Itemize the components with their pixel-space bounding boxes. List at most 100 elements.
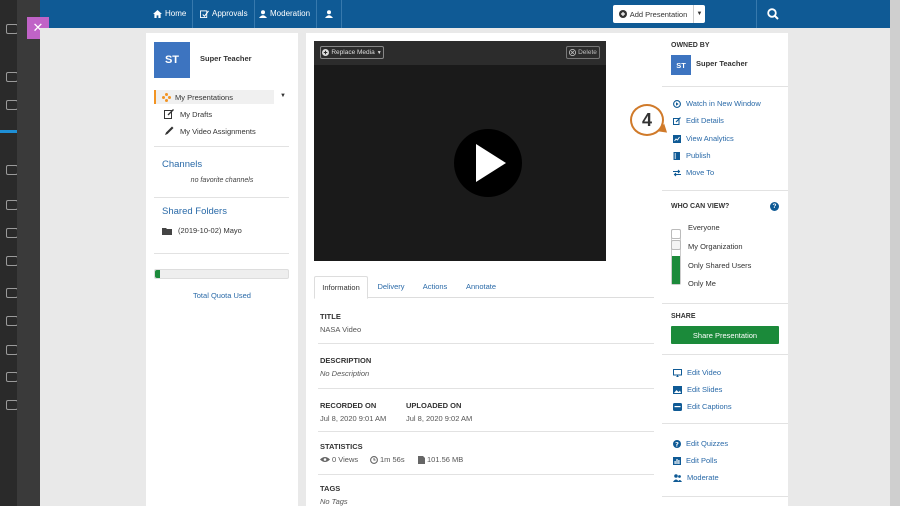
divider: [154, 253, 289, 254]
quota-label[interactable]: Total Quota Used: [146, 291, 298, 300]
tab-actions[interactable]: Actions: [414, 276, 456, 298]
book-icon: [673, 151, 680, 160]
sidebar-item-my-drafts[interactable]: My Drafts: [164, 109, 212, 119]
size-value: 101.56 MB: [427, 455, 464, 464]
edit-details-link[interactable]: Edit Details: [673, 116, 724, 125]
visibility-option-shared-users[interactable]: Only Shared Users: [688, 261, 751, 270]
shared-folder-item[interactable]: (2019-10-02) Mayo: [162, 226, 242, 235]
sidebar-item-my-presentations[interactable]: My Presentations: [154, 90, 274, 104]
exchange-icon: [673, 169, 681, 176]
tab-information[interactable]: Information: [314, 276, 368, 299]
publish-link[interactable]: Publish: [673, 151, 711, 160]
delete-button[interactable]: Delete: [566, 46, 600, 59]
edit-captions-link[interactable]: Edit Captions: [673, 402, 732, 411]
nav-moderation[interactable]: Moderation: [253, 0, 318, 28]
nav-home[interactable]: Home: [147, 0, 194, 28]
shared-folder-label: (2019-10-02) Mayo: [178, 226, 242, 235]
delete-label: Delete: [578, 49, 597, 56]
duration-stat: 1m 56s: [370, 455, 405, 464]
divider: [662, 303, 788, 304]
edit-slides-label: Edit Slides: [687, 385, 723, 394]
edit-captions-label: Edit Captions: [687, 402, 732, 411]
caret-down-icon: ▼: [376, 49, 382, 56]
view-analytics-link[interactable]: View Analytics: [673, 134, 734, 143]
publish-label: Publish: [686, 151, 711, 160]
visibility-slider-fill: [672, 256, 680, 284]
title-value: NASA Video: [320, 325, 362, 334]
divider: [318, 474, 654, 475]
add-presentation-button[interactable]: Add Presentation: [613, 5, 693, 23]
edit-polls-label: Edit Polls: [686, 456, 718, 465]
tab-annotate[interactable]: Annotate: [458, 276, 504, 298]
edit-check-icon: [200, 10, 209, 18]
detail-tabs: Information Delivery Actions Annotate: [314, 276, 654, 299]
folder-icon: [162, 227, 172, 235]
shared-folders-title[interactable]: Shared Folders: [162, 206, 227, 217]
edit-video-link[interactable]: Edit Video: [673, 368, 721, 377]
scrollbar-track[interactable]: [890, 0, 900, 506]
move-to-link[interactable]: Move To: [673, 168, 714, 177]
expand-caret-icon[interactable]: ▼: [280, 93, 286, 99]
description-label: DESCRIPTION: [320, 356, 372, 365]
edit-video-label: Edit Video: [687, 368, 722, 377]
divider: [318, 388, 654, 389]
share-presentation-button[interactable]: Share Presentation: [671, 326, 779, 344]
quota-progress-fill: [155, 270, 161, 278]
visibility-slider-handle[interactable]: [671, 229, 681, 239]
user-icon: [325, 10, 333, 18]
add-presentation-dropdown[interactable]: ▼: [693, 5, 705, 23]
owner-name: Super Teacher: [696, 59, 748, 68]
caret-down-icon: ▼: [696, 11, 703, 17]
size-stat: 101.56 MB: [418, 455, 463, 464]
video-player[interactable]: Replace Media ▼ Delete: [314, 41, 606, 261]
channels-title[interactable]: Channels: [162, 159, 202, 170]
moderate-link[interactable]: Moderate: [673, 473, 719, 482]
search-button[interactable]: [756, 0, 788, 28]
edit-polls-link[interactable]: Edit Polls: [673, 456, 717, 465]
description-value: No Description: [320, 369, 370, 378]
edit-quizzes-link[interactable]: ? Edit Quizzes: [673, 439, 728, 448]
edit-slides-link[interactable]: Edit Slides: [673, 385, 722, 394]
search-icon: [766, 8, 779, 20]
replace-media-button[interactable]: Replace Media ▼: [320, 46, 384, 59]
owned-by-title: OWNED BY: [671, 42, 710, 49]
step-callout: 4: [630, 104, 664, 136]
moderate-label: Moderate: [687, 473, 719, 482]
player-toolbar: Replace Media ▼ Delete: [314, 41, 606, 65]
play-icon: [476, 144, 506, 182]
question-circle-icon: ?: [673, 439, 681, 448]
visibility-option-organization[interactable]: My Organization: [688, 242, 743, 251]
nav-approvals[interactable]: Approvals: [194, 0, 255, 28]
nav-home-label: Home: [165, 9, 187, 18]
play-button[interactable]: [454, 129, 522, 197]
svg-text:?: ?: [675, 440, 679, 448]
clock-icon: [370, 455, 378, 464]
recorded-value: Jul 8, 2020 9:01 AM: [320, 414, 387, 423]
sidebar-item-my-video-assignments[interactable]: My Video Assignments: [164, 126, 256, 136]
sidebar-item-label: My Video Assignments: [180, 126, 256, 136]
home-icon: [153, 10, 162, 18]
share-title: SHARE: [671, 313, 696, 320]
visibility-option-only-me[interactable]: Only Me: [688, 279, 716, 288]
visibility-slider[interactable]: [671, 229, 681, 285]
visibility-option-everyone[interactable]: Everyone: [688, 223, 720, 232]
replace-media-label: Replace Media: [331, 49, 375, 56]
view-analytics-label: View Analytics: [686, 134, 734, 143]
play-circle-icon: [673, 99, 681, 108]
analytics-icon: [673, 134, 681, 143]
overlay-edge: [17, 0, 40, 506]
uploaded-label: UPLOADED ON: [406, 401, 462, 410]
presentations-icon: [162, 92, 171, 102]
watch-new-window-link[interactable]: Watch in New Window: [673, 99, 761, 108]
help-icon[interactable]: ?: [770, 202, 779, 211]
tab-delivery[interactable]: Delivery: [370, 276, 412, 298]
recorded-label: RECORDED ON: [320, 401, 377, 410]
draft-edit-icon: [164, 109, 174, 119]
nav-profile[interactable]: [317, 0, 342, 28]
center-panel: Replace Media ▼ Delete Information Deliv…: [306, 33, 662, 506]
user-icon: [259, 10, 267, 18]
pencil-icon: [165, 126, 174, 135]
duration-value: 1m 56s: [380, 455, 405, 464]
avatar: ST: [154, 42, 190, 78]
monitor-icon: [673, 368, 682, 377]
